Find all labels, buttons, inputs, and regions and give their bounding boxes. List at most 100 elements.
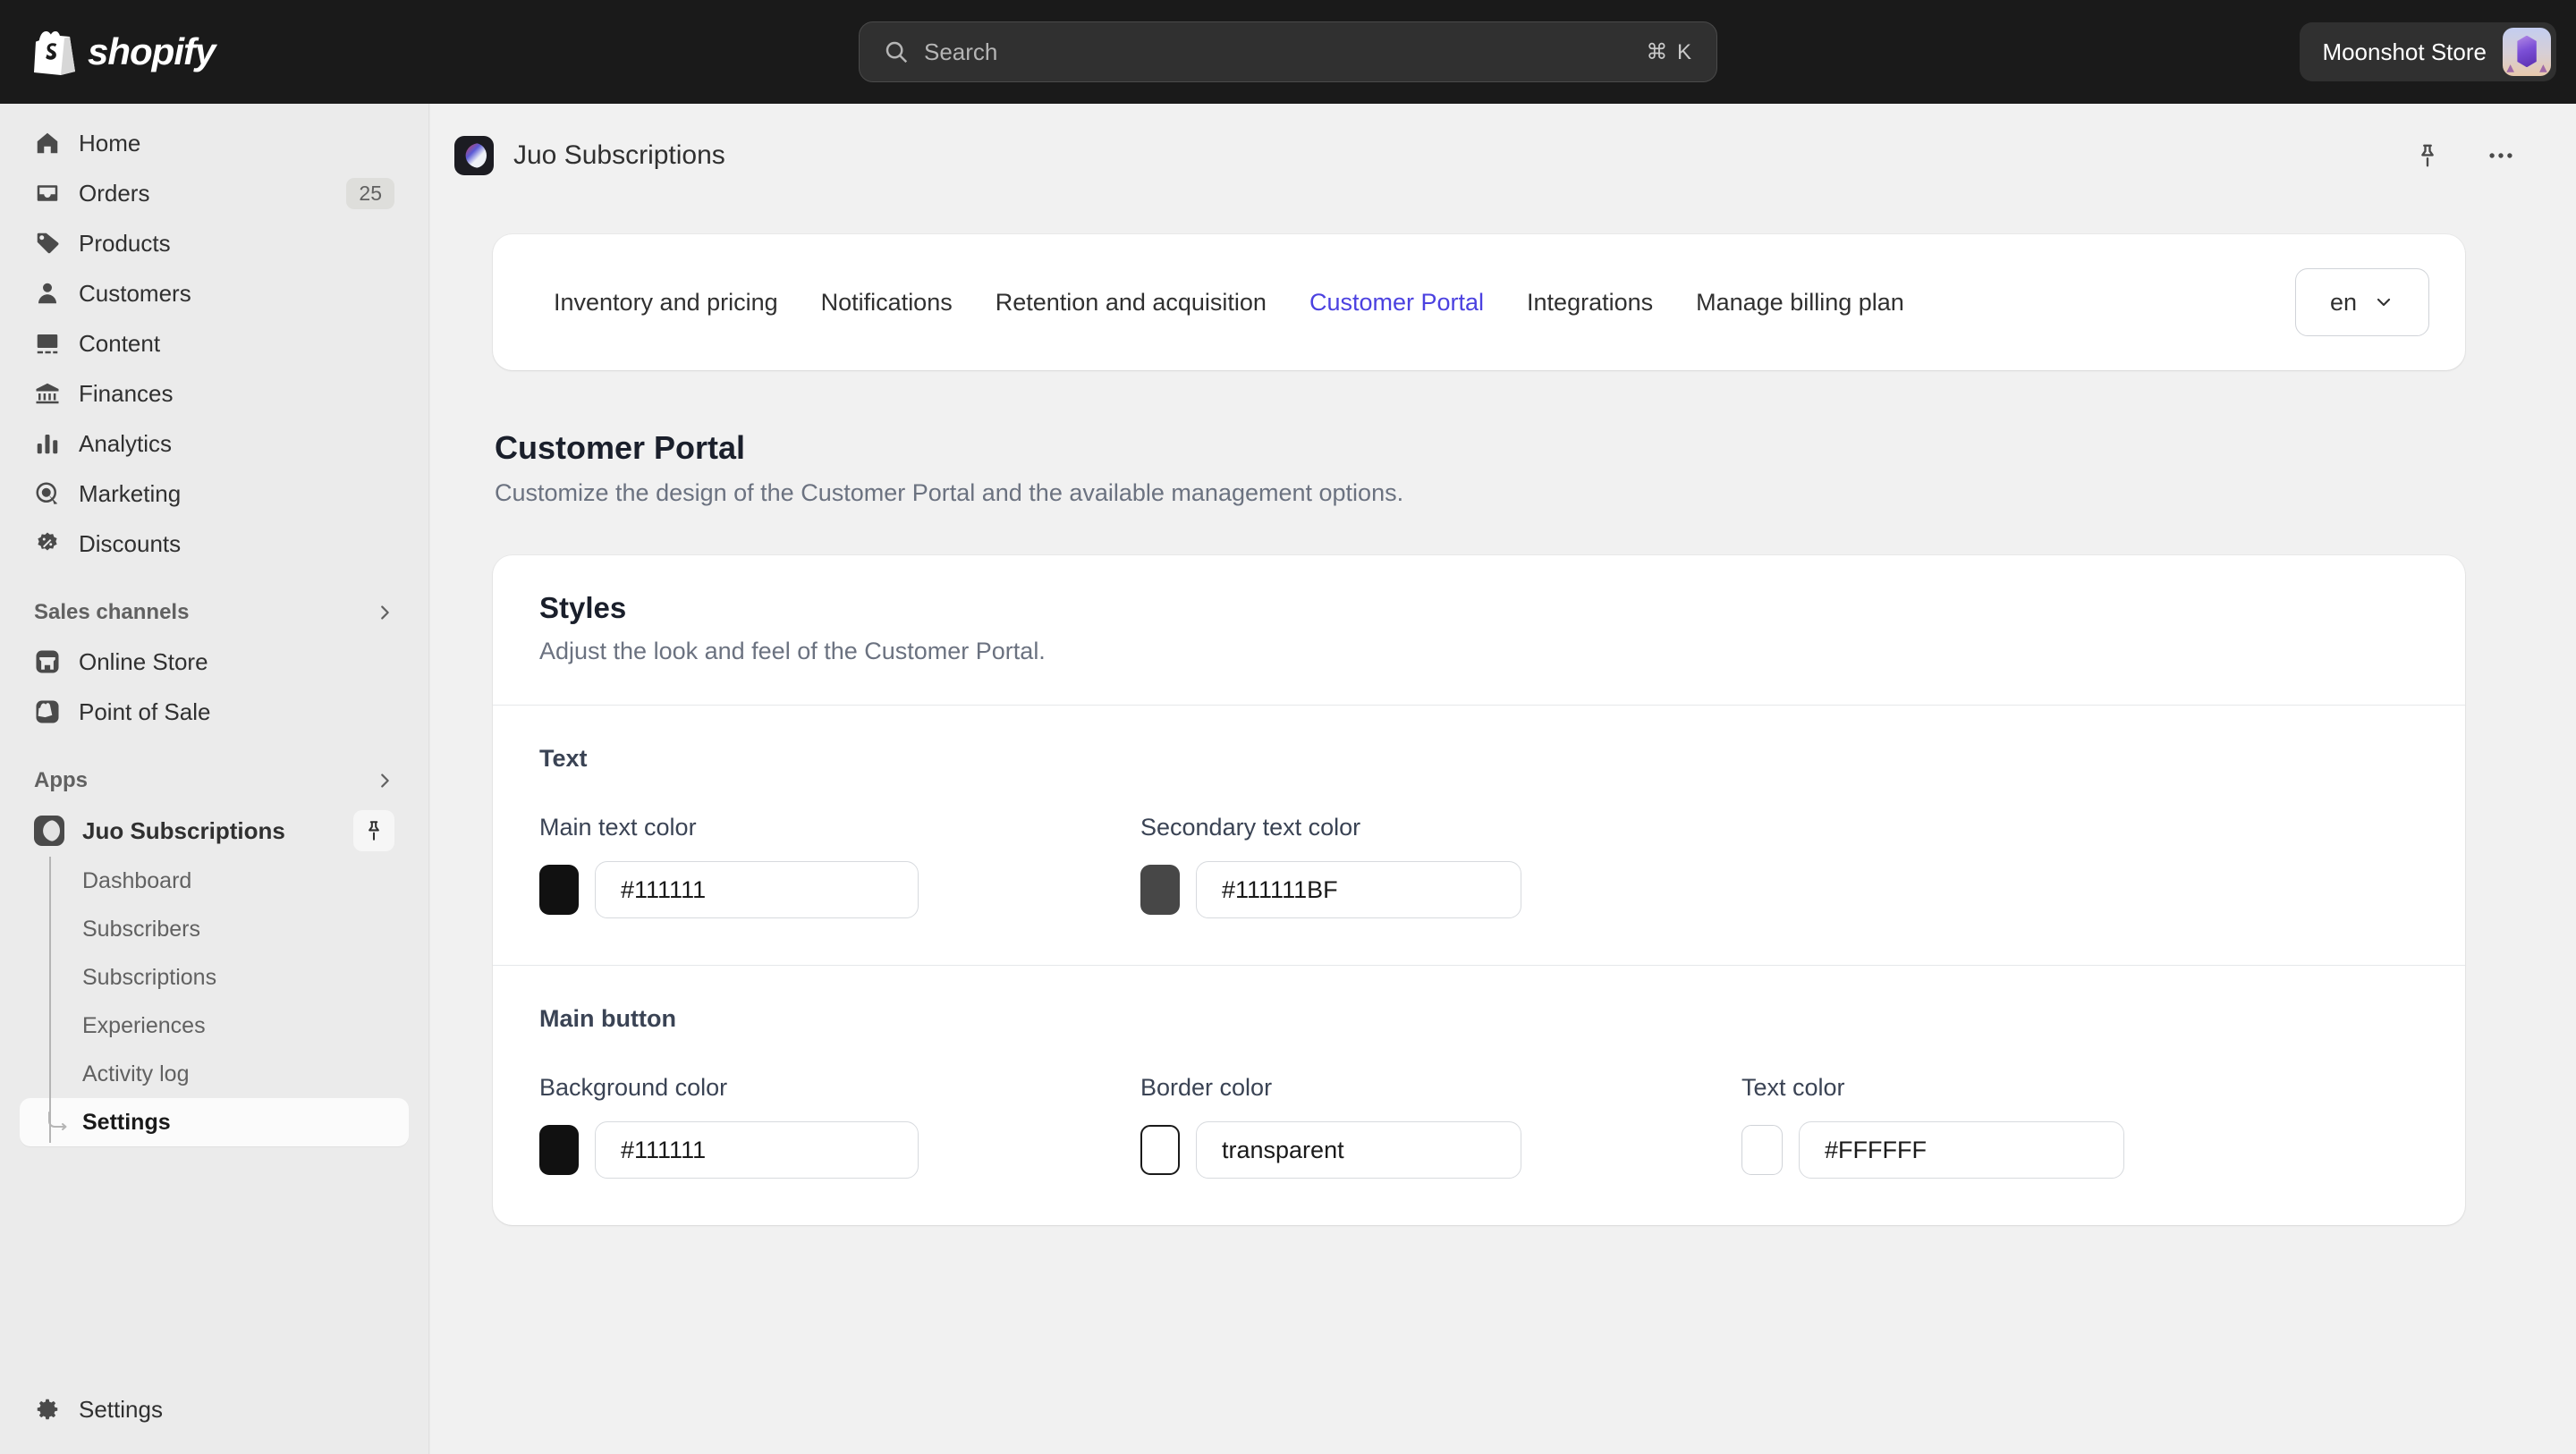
color-swatch-secondary-text[interactable]	[1140, 865, 1180, 915]
field-label: Border color	[1140, 1074, 1273, 1101]
tab-customer-portal[interactable]: Customer Portal	[1288, 289, 1505, 317]
store-switcher-button[interactable]: Moonshot Store	[2301, 22, 2556, 81]
person-icon	[38, 283, 56, 304]
field-label: Background color	[539, 1074, 728, 1101]
top-bar: shopify Search ⌘ K Moonshot Store	[0, 0, 2576, 104]
sidebar-item-online-store[interactable]: Online Store	[20, 637, 409, 687]
card-title: Styles	[539, 591, 627, 624]
search-shortcut: ⌘ K	[1646, 39, 1693, 64]
tab-notifications[interactable]: Notifications	[800, 289, 974, 317]
tag-icon	[37, 232, 59, 254]
chevron-right-icon	[381, 773, 389, 788]
sidebar-item-experiences[interactable]: Experiences	[20, 1002, 409, 1050]
language-value: en	[2329, 288, 2358, 316]
sidebar-item-subscriptions[interactable]: Subscriptions	[20, 953, 409, 1002]
color-swatch-background[interactable]	[539, 1125, 579, 1175]
color-swatch-text[interactable]	[1741, 1125, 1783, 1175]
sidebar-item-home[interactable]: Home	[20, 118, 409, 168]
sidebar-item-label: Finances	[79, 379, 174, 407]
sidebar-item-juo-subscriptions[interactable]: Juo Subscriptions	[20, 805, 409, 857]
sidebar-item-label: Online Store	[79, 647, 208, 675]
field-row: #111111BF	[1140, 861, 1741, 918]
sidebar-item-customers[interactable]: Customers	[20, 268, 409, 318]
sidebar-item-finances[interactable]: Finances	[20, 368, 409, 418]
sidebar-item-label: Settings	[79, 1395, 163, 1423]
sidebar-section-sales-channels[interactable]: Sales channels	[20, 588, 409, 637]
field-text-color: Text color #FFFFFF	[1741, 1074, 2343, 1179]
sidebar-item-label: Point of Sale	[79, 697, 211, 725]
tree-elbow-arrow-icon	[48, 1112, 67, 1130]
sidebar-item-label: Experiences	[82, 1012, 206, 1038]
sidebar-item-orders[interactable]: Orders 25	[20, 168, 409, 218]
orders-count-badge: 25	[346, 177, 394, 209]
sidebar-item-analytics[interactable]: Analytics	[20, 418, 409, 469]
shopify-bag-icon	[34, 31, 75, 75]
ellipsis-horizontal-icon	[2489, 153, 2512, 158]
bank-icon	[36, 383, 59, 404]
home-icon	[37, 132, 58, 154]
shopify-logo[interactable]: shopify	[34, 29, 216, 75]
orders-inbox-icon	[37, 185, 58, 201]
page-subtitle: Customize the design of the Customer Por…	[495, 479, 1404, 506]
sidebar-item-point-of-sale[interactable]: Point of Sale	[20, 687, 409, 737]
chevron-right-icon	[381, 605, 389, 620]
color-swatch-main-text[interactable]	[539, 865, 579, 915]
group-title: Main button	[539, 1005, 676, 1032]
search-input[interactable]: Search ⌘ K	[859, 21, 1717, 82]
chevron-down-icon	[2377, 298, 2391, 307]
section-label: Sales channels	[34, 600, 190, 624]
avatar-rock-right	[2539, 64, 2547, 72]
color-swatch-border[interactable]	[1140, 1125, 1180, 1175]
sidebar-item-label: Marketing	[79, 479, 182, 507]
tab-integrations[interactable]: Integrations	[1505, 289, 1674, 317]
sidebar-item-label: Subscribers	[82, 916, 200, 942]
sidebar-section-apps[interactable]: Apps	[20, 757, 409, 805]
juo-moon-icon	[34, 816, 64, 846]
sidebar-item-label: Orders	[79, 179, 150, 207]
pin-app-button[interactable]	[353, 810, 394, 851]
search-placeholder: Search	[924, 38, 998, 65]
pin-icon	[2421, 144, 2434, 167]
juo-subnav: Dashboard Subscribers Subscriptions Expe…	[0, 857, 428, 1146]
main-button-fields-row: Background color #111111 Border color tr…	[539, 1074, 2419, 1179]
sidebar-item-activity-log[interactable]: Activity log	[20, 1050, 409, 1098]
pin-icon	[369, 821, 379, 841]
storefront-icon	[36, 650, 59, 673]
more-actions-button[interactable]	[2481, 136, 2521, 175]
sidebar-item-dashboard[interactable]: Dashboard	[20, 857, 409, 905]
sidebar-item-label: Settings	[82, 1109, 171, 1135]
color-value-input-border[interactable]: transparent	[1196, 1121, 1521, 1179]
sidebar-item-marketing[interactable]: Marketing	[20, 469, 409, 519]
field-main-text-color: Main text color #111111	[539, 814, 1140, 918]
sidebar-item-settings[interactable]: Settings	[20, 1098, 409, 1146]
card-subtitle: Adjust the look and feel of the Customer…	[539, 638, 1046, 664]
field-label: Main text color	[539, 814, 697, 841]
sidebar-item-content[interactable]: Content	[20, 318, 409, 368]
sidebar-item-discounts[interactable]: Discounts	[20, 519, 409, 569]
image-icon	[37, 334, 58, 354]
text-fields-row: Main text color #111111 Secondary text c…	[539, 814, 2419, 918]
field-row: #111111	[539, 861, 1140, 918]
settings-tab-bar: Inventory and pricing Notifications Rete…	[493, 234, 2465, 370]
color-value-input-background[interactable]: #111111	[595, 1121, 919, 1179]
discount-badge-icon	[38, 532, 57, 551]
sidebar-item-products[interactable]: Products	[20, 218, 409, 268]
tab-inventory-and-pricing[interactable]: Inventory and pricing	[532, 289, 800, 317]
tab-retention-and-acquisition[interactable]: Retention and acquisition	[974, 289, 1288, 317]
store-avatar	[2503, 28, 2551, 76]
sidebar-item-store-settings[interactable]: Settings	[20, 1384, 409, 1434]
color-value-input-secondary-text[interactable]: #111111BF	[1196, 861, 1521, 918]
pos-bag-icon	[36, 700, 59, 723]
avatar-gem-shape	[2517, 35, 2537, 68]
color-value-input-main-text[interactable]: #111111	[595, 861, 919, 918]
sidebar-item-label: Customers	[79, 279, 191, 307]
color-value-input-text[interactable]: #FFFFFF	[1799, 1121, 2124, 1179]
sidebar-item-subscribers[interactable]: Subscribers	[20, 905, 409, 953]
styles-card: Styles Adjust the look and feel of the C…	[493, 555, 2465, 1225]
language-select[interactable]: en	[2295, 268, 2429, 336]
tab-manage-billing-plan[interactable]: Manage billing plan	[1674, 289, 1926, 317]
sidebar-item-label: Analytics	[79, 429, 173, 457]
field-label: Text color	[1741, 1074, 1845, 1101]
pin-app-button[interactable]	[2408, 136, 2447, 175]
field-background-color: Background color #111111	[539, 1074, 1140, 1179]
